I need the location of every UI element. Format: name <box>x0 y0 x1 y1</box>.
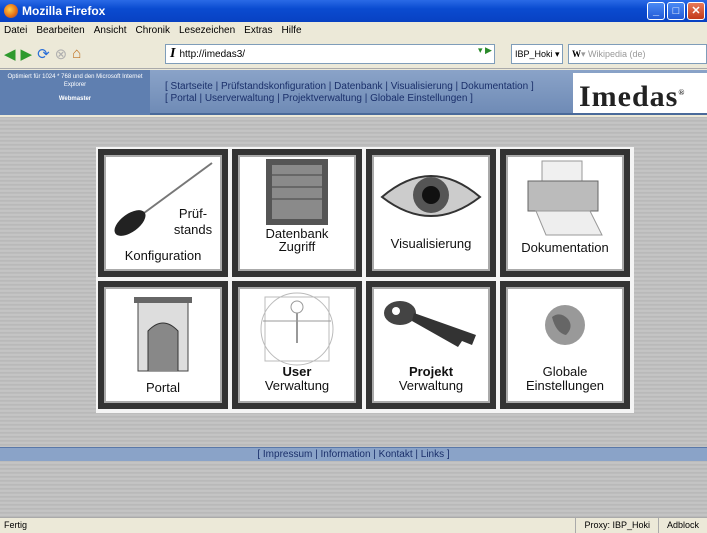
tile-label-2: Verwaltung <box>398 378 464 393</box>
reload-icon[interactable]: ⟳ <box>37 45 50 63</box>
tile-label-1: Prüf- <box>178 206 208 221</box>
header-info: Optimiert für 1024 * 768 und den Microso… <box>0 70 150 115</box>
menu-lesezeichen[interactable]: Lesezeichen <box>179 25 235 36</box>
tile-label-2: stands <box>173 222 213 237</box>
tile-projekt-verwaltung[interactable]: Projekt Verwaltung <box>366 281 496 409</box>
title-bar: Mozilla Firefox _ □ ✕ <box>0 0 707 22</box>
tile-globale-einstellungen[interactable]: Globale Einstellungen <box>500 281 630 409</box>
page-bottom <box>0 461 707 517</box>
minimize-button[interactable]: _ <box>647 2 665 20</box>
logo-text: Imedas <box>579 80 679 113</box>
profile-dropdown[interactable]: IBP_Hoki ▾ <box>511 44 563 64</box>
close-button[interactable]: ✕ <box>687 2 705 20</box>
back-icon[interactable]: ◀ <box>4 45 16 63</box>
tile-grid: Prüf- stands Konfiguration Datenbank Zug… <box>96 147 634 413</box>
tile-label-1: Portal <box>146 380 180 395</box>
webmaster-link[interactable]: Webmaster <box>0 95 150 103</box>
status-bar: Fertig Proxy: IBP_Hoki Adblock <box>0 517 707 533</box>
footer-links[interactable]: [ Impressum | Information | Kontakt | Li… <box>0 447 707 461</box>
tile-label-1: Globale <box>542 364 588 379</box>
tile-portal[interactable]: Portal <box>98 281 228 409</box>
window-title: Mozilla Firefox <box>22 4 106 18</box>
site-favicon-icon: I <box>170 46 176 61</box>
tile-label-1: Projekt <box>408 364 454 379</box>
tile-dokumentation[interactable]: Dokumentation <box>500 149 630 277</box>
eye-icon <box>380 175 482 217</box>
header-nav-line1[interactable]: [ Startseite | Prüfstandskonfiguration |… <box>165 81 565 93</box>
proxy-status[interactable]: Proxy: IBP_Hoki <box>575 518 658 533</box>
status-text: Fertig <box>4 520 28 530</box>
menu-chronik[interactable]: Chronik <box>136 25 170 36</box>
logo-mark: ® <box>678 88 686 97</box>
tile-label-2: Verwaltung <box>264 378 330 393</box>
tile-label-1: Visualisierung <box>390 236 472 251</box>
go-icon[interactable]: ▾ ▶ <box>478 45 492 56</box>
tile-label-3: Konfiguration <box>124 248 202 263</box>
navigation-toolbar: ◀ ▶ ⟳ ⊗ ⌂ I http://imedas3/ ▾ ▶ IBP_Hoki… <box>0 39 707 69</box>
tile-pruefstandskonfiguration[interactable]: Prüf- stands Konfiguration <box>98 149 228 277</box>
home-icon[interactable]: ⌂ <box>72 45 81 62</box>
menu-bar: Datei Bearbeiten Ansicht Chronik Lesezei… <box>0 22 707 39</box>
browser-note: Optimiert für 1024 * 768 und den Microso… <box>7 74 143 88</box>
stop-icon[interactable]: ⊗ <box>55 45 68 63</box>
window-controls: _ □ ✕ <box>647 2 705 20</box>
header-nav: [ Startseite | Prüfstandskonfiguration |… <box>165 81 565 105</box>
tile-label-2: Einstellungen <box>525 378 605 393</box>
menu-bearbeiten[interactable]: Bearbeiten <box>36 25 84 36</box>
menu-datei[interactable]: Datei <box>4 25 27 36</box>
tile-label-2: Zugriff <box>278 239 316 254</box>
tile-user-verwaltung[interactable]: User Verwaltung <box>232 281 362 409</box>
menu-hilfe[interactable]: Hilfe <box>282 25 302 36</box>
forward-icon[interactable]: ▶ <box>21 45 33 63</box>
firefox-icon <box>4 4 18 18</box>
search-placeholder: Wikipedia (de) <box>588 49 646 59</box>
header-nav-line2[interactable]: [ Portal | Userverwaltung | Projektverwa… <box>165 93 565 105</box>
menu-extras[interactable]: Extras <box>244 25 272 36</box>
tile-visualisierung[interactable]: Visualisierung <box>366 149 496 277</box>
url-bar[interactable]: I http://imedas3/ <box>165 44 495 64</box>
menu-ansicht[interactable]: Ansicht <box>94 25 127 36</box>
tile-label-1: Dokumentation <box>521 240 609 255</box>
wikipedia-icon: W <box>572 49 581 59</box>
main-content: Prüf- stands Konfiguration Datenbank Zug… <box>0 117 707 447</box>
maximize-button[interactable]: □ <box>667 2 685 20</box>
tile-label-1: User <box>282 364 312 379</box>
imedas-logo: Imedas® <box>573 73 707 113</box>
site-header: Optimiert für 1024 * 768 und den Microso… <box>0 70 707 115</box>
tile-datenbank-zugriff[interactable]: Datenbank Zugriff <box>232 149 362 277</box>
search-input[interactable]: W▾ Wikipedia (de) <box>568 44 707 64</box>
adblock-status[interactable]: Adblock <box>657 518 707 533</box>
url-text: http://imedas3/ <box>179 48 246 60</box>
profile-label: IBP_Hoki <box>515 49 553 59</box>
